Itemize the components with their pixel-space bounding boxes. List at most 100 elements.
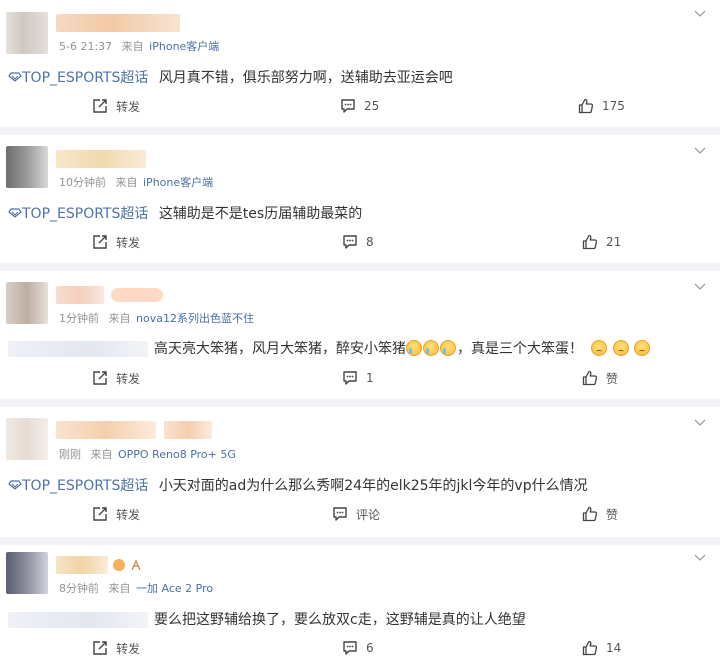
source-prefix: 来自 <box>90 448 113 461</box>
like-label: 赞 <box>606 507 619 522</box>
share-button[interactable]: 转发 <box>92 232 140 252</box>
username-blurred[interactable] <box>56 421 156 439</box>
share-button[interactable]: 转发 <box>92 96 140 116</box>
share-button[interactable]: 转发 <box>92 368 140 388</box>
mention-blurred[interactable] <box>8 612 148 628</box>
like-count: 175 <box>602 99 625 113</box>
like-button[interactable]: 175 <box>578 96 625 116</box>
avatar[interactable] <box>6 12 48 54</box>
share-label: 转发 <box>116 507 141 522</box>
post-time: 10分钟前 <box>59 176 106 189</box>
share-button[interactable]: 转发 <box>92 504 140 524</box>
post-content: 高天亮大笨猪，风月大笨猪，醉安小笨猪 ，真是三个大笨蛋！ <box>8 338 651 358</box>
post-time: 1分钟前 <box>59 312 99 325</box>
chevron-down-icon[interactable] <box>694 147 706 157</box>
post-content: TOP_ESPORTS超话 风月真不错，俱乐部努力啊，送辅助去亚运会吧 <box>8 67 453 87</box>
like-label: 赞 <box>606 371 619 386</box>
topic-label: TOP_ESPORTS超话 <box>22 206 149 222</box>
comment-icon <box>343 235 357 249</box>
device-link[interactable]: 一加 Ace 2 Pro <box>136 582 213 595</box>
share-icon <box>93 641 107 655</box>
post-text: 要么把这野辅给换了，要么放双c走，这野辅是真的让人绝望 <box>154 612 526 628</box>
sad-emoji-icon <box>591 340 608 356</box>
comment-icon <box>333 507 347 521</box>
comment-label: 评论 <box>356 507 381 522</box>
action-bar: 转发 6 14 <box>0 638 720 658</box>
action-bar: 转发 8 21 <box>0 232 720 252</box>
post-content: TOP_ESPORTS超话 这辅助是不是tes历届辅助最菜的 <box>8 203 362 223</box>
comment-count: 8 <box>366 235 374 249</box>
comment-icon <box>341 99 355 113</box>
user-badge <box>111 288 163 302</box>
post-meta: 8分钟前 来自 一加 Ace 2 Pro <box>59 580 213 596</box>
chevron-down-icon[interactable] <box>694 554 706 564</box>
chevron-down-icon[interactable] <box>694 10 706 20</box>
post-time: 刚刚 <box>59 448 81 461</box>
share-label: 转发 <box>116 99 141 114</box>
fan-badge-icon <box>113 559 141 571</box>
avatar[interactable] <box>6 418 48 460</box>
username-blurred[interactable] <box>56 286 104 304</box>
device-link[interactable]: nova12系列出色蓝不住 <box>136 312 254 325</box>
comment-count: 25 <box>364 99 380 113</box>
post-text: 风月真不错，俱乐部努力啊，送辅助去亚运会吧 <box>158 70 453 86</box>
mention-blurred[interactable] <box>8 341 148 357</box>
like-button[interactable]: 赞 <box>582 504 618 524</box>
post-text: 小天对面的ad为什么那么秀啊24年的elk25年的jkl今年的vp什么情况 <box>158 478 588 494</box>
chevron-down-icon[interactable] <box>694 283 706 293</box>
like-button[interactable]: 赞 <box>582 368 618 388</box>
share-label: 转发 <box>116 235 141 250</box>
username-blurred[interactable] <box>56 150 146 168</box>
topic-link[interactable]: TOP_ESPORTS超话 <box>8 478 153 494</box>
action-bar: 转发 25 175 <box>0 96 720 116</box>
crying-emoji-icon <box>440 340 456 356</box>
separator <box>0 127 720 135</box>
separator <box>0 399 720 407</box>
comment-icon <box>343 371 357 385</box>
post-card: 5-6 21:37 来自 iPhone客户端 TOP_ESPORTS超话 风月真… <box>0 0 720 127</box>
separator <box>0 263 720 271</box>
avatar[interactable] <box>6 552 48 594</box>
thumbs-up-icon <box>582 370 598 386</box>
separator <box>0 537 720 545</box>
post-time: 8分钟前 <box>59 582 99 595</box>
comment-button[interactable]: 8 <box>342 232 374 252</box>
post-meta: 5-6 21:37 来自 iPhone客户端 <box>59 38 219 54</box>
avatar[interactable] <box>6 282 48 324</box>
device-link[interactable]: OPPO Reno8 Pro+ 5G <box>118 448 236 461</box>
post-card: 10分钟前 来自 iPhone客户端 TOP_ESPORTS超话 这辅助是不是t… <box>0 135 720 263</box>
share-label: 转发 <box>116 641 141 656</box>
post-meta: 1分钟前 来自 nova12系列出色蓝不住 <box>59 310 254 326</box>
comment-button[interactable]: 评论 <box>332 504 380 524</box>
source-prefix: 来自 <box>115 176 138 189</box>
like-count: 21 <box>606 235 622 249</box>
chevron-down-icon[interactable] <box>694 419 706 429</box>
post-content: 要么把这野辅给换了，要么放双c走，这野辅是真的让人绝望 <box>8 609 526 629</box>
avatar[interactable] <box>6 146 48 188</box>
thumbs-up-icon <box>582 640 598 656</box>
thumbs-up-icon <box>582 506 598 522</box>
post-content: TOP_ESPORTS超话 小天对面的ad为什么那么秀啊24年的elk25年的j… <box>8 475 588 495</box>
device-link[interactable]: iPhone客户端 <box>149 40 219 53</box>
username-blurred[interactable] <box>56 556 108 574</box>
device-link[interactable]: iPhone客户端 <box>143 176 213 189</box>
share-icon <box>93 99 107 113</box>
comment-button[interactable]: 25 <box>340 96 379 116</box>
like-count: 14 <box>606 641 622 655</box>
comment-button[interactable]: 6 <box>342 638 374 658</box>
post-card: 8分钟前 来自 一加 Ace 2 Pro 要么把这野辅给换了，要么放双c走，这野… <box>0 545 720 670</box>
share-button[interactable]: 转发 <box>92 638 140 658</box>
post-card: 刚刚 来自 OPPO Reno8 Pro+ 5G TOP_ESPORTS超话 小… <box>0 407 720 537</box>
source-prefix: 来自 <box>121 40 144 53</box>
post-card: 1分钟前 来自 nova12系列出色蓝不住 高天亮大笨猪，风月大笨猪，醉安小笨猪… <box>0 271 720 399</box>
topic-link[interactable]: TOP_ESPORTS超话 <box>8 70 153 86</box>
name-extra-blurred <box>164 421 212 439</box>
topic-link[interactable]: TOP_ESPORTS超话 <box>8 206 153 222</box>
share-label: 转发 <box>116 371 141 386</box>
post-time: 5-6 21:37 <box>59 40 113 53</box>
comment-button[interactable]: 1 <box>342 368 374 388</box>
diamond-icon <box>8 208 22 218</box>
username-blurred[interactable] <box>56 14 180 32</box>
like-button[interactable]: 21 <box>582 232 621 252</box>
like-button[interactable]: 14 <box>582 638 621 658</box>
